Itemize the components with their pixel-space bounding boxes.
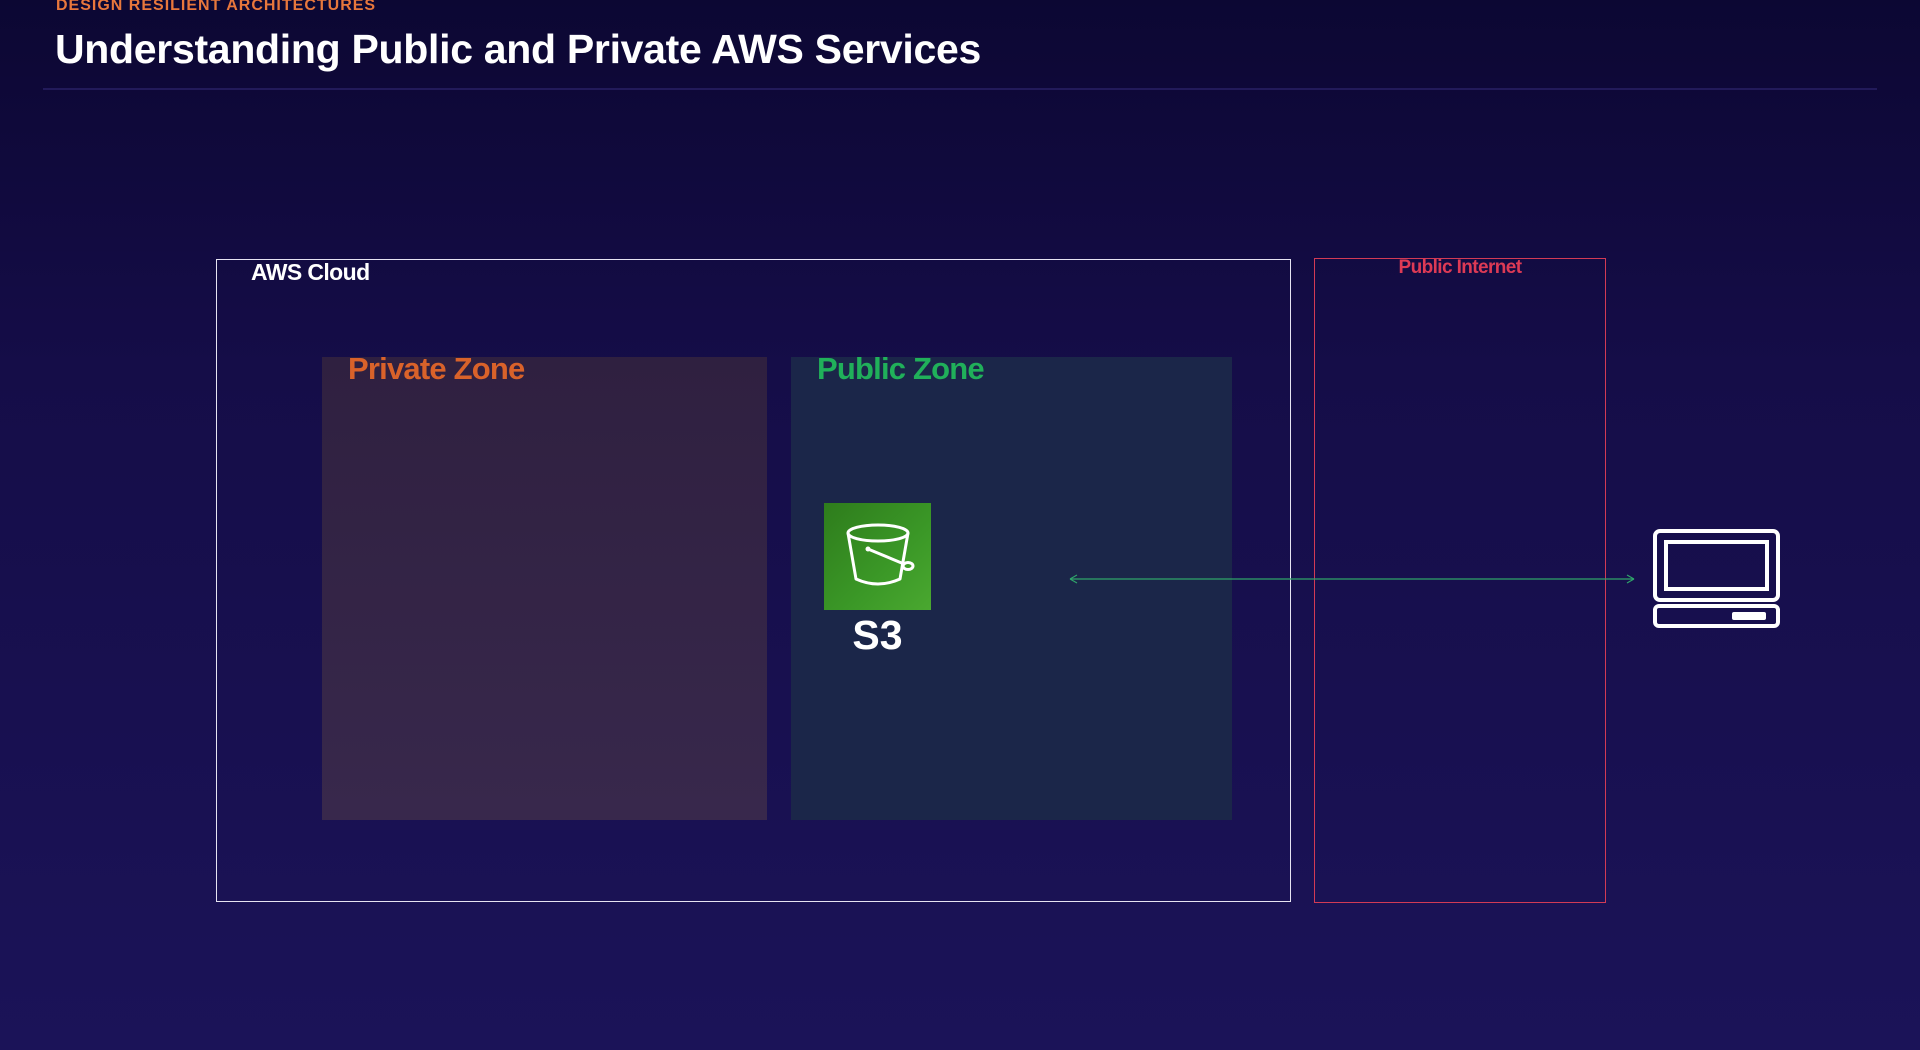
public-zone-label: Public Zone: [817, 351, 985, 386]
section-eyebrow: DESIGN RESILIENT ARCHITECTURES: [56, 0, 377, 14]
s3-service-tile: [824, 503, 931, 610]
s3-bucket-icon: [846, 523, 914, 585]
public-internet-label: Public Internet: [1398, 257, 1523, 278]
aws-cloud-label: AWS Cloud: [251, 259, 370, 285]
s3-label: S3: [852, 612, 903, 658]
private-zone: [322, 357, 767, 820]
title-divider: [43, 88, 1877, 90]
private-zone-label: Private Zone: [348, 351, 525, 386]
bidirectional-connector: [1069, 574, 1635, 584]
laptop-icon: [1653, 529, 1780, 628]
page-title: Understanding Public and Private AWS Ser…: [55, 26, 981, 72]
